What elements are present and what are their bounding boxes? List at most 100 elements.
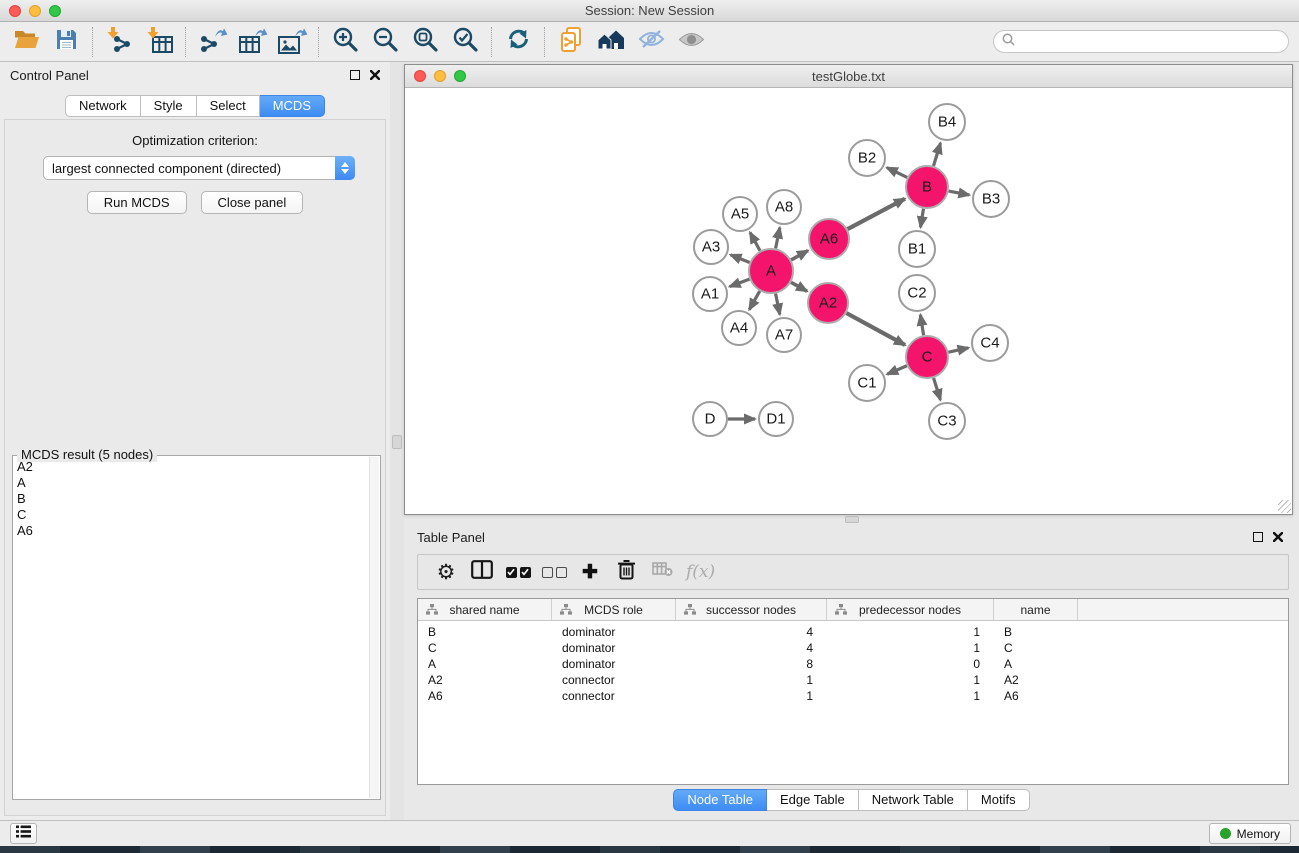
run-mcds-button[interactable]: Run MCDS: [87, 191, 187, 214]
graph-node-C[interactable]: C: [906, 336, 948, 378]
tab-mcds[interactable]: MCDS: [260, 95, 325, 117]
table-row[interactable]: Adominator80A: [418, 656, 1288, 672]
graph-node-C3[interactable]: C3: [929, 403, 965, 439]
zoom-fit-button[interactable]: [405, 25, 445, 59]
column-header-shared-name[interactable]: shared name: [418, 599, 552, 620]
delete-row-button[interactable]: [608, 557, 644, 587]
mcds-result-item[interactable]: A2: [17, 459, 368, 475]
table-row[interactable]: Bdominator41B: [418, 624, 1288, 640]
splitter-grip[interactable]: [392, 435, 402, 449]
graph-edge-B-B4[interactable]: [933, 143, 940, 166]
table-row[interactable]: Cdominator41C: [418, 640, 1288, 656]
graph-edge-A6-B[interactable]: [848, 199, 905, 229]
graph-edge-C-C1[interactable]: [887, 366, 907, 375]
search-input[interactable]: [1020, 34, 1288, 49]
delete-table-button[interactable]: [644, 557, 680, 587]
graph-node-A[interactable]: A: [749, 249, 793, 293]
graph-node-A7[interactable]: A7: [767, 318, 801, 352]
tab-select[interactable]: Select: [197, 95, 260, 117]
cell-name[interactable]: B: [994, 625, 1078, 639]
close-panel-icon[interactable]: [1273, 532, 1283, 542]
hide-selected-button[interactable]: [631, 25, 671, 59]
vertical-splitter[interactable]: [390, 62, 404, 820]
save-session-button[interactable]: [46, 25, 86, 59]
tab-network[interactable]: Network: [65, 95, 141, 117]
float-panel-icon[interactable]: [1253, 532, 1263, 542]
home-button[interactable]: [591, 25, 631, 59]
column-header-name[interactable]: name: [994, 599, 1078, 620]
graph-edge-B-B1[interactable]: [921, 209, 924, 228]
tab-node-table[interactable]: Node Table: [673, 789, 767, 811]
tab-style[interactable]: Style: [141, 95, 197, 117]
graph-edge-A-A8[interactable]: [776, 228, 780, 249]
cell-predecessor_nodes[interactable]: 1: [827, 625, 994, 639]
mcds-result-item[interactable]: B: [17, 491, 368, 507]
refresh-view-button[interactable]: [498, 25, 538, 59]
search-field[interactable]: [993, 30, 1289, 53]
column-header-predecessor-nodes[interactable]: predecessor nodes: [827, 599, 994, 620]
cell-shared_name[interactable]: C: [418, 641, 552, 655]
export-image-button[interactable]: [272, 25, 312, 59]
table-row[interactable]: A6connector11A6: [418, 688, 1288, 704]
mcds-result-item[interactable]: C: [17, 507, 368, 523]
open-session-button[interactable]: [6, 25, 46, 59]
graph-edge-A-A7[interactable]: [776, 294, 780, 315]
graph-edge-B-B3[interactable]: [949, 191, 970, 195]
cell-successor_nodes[interactable]: 8: [676, 657, 827, 671]
cell-mcds_role[interactable]: dominator: [552, 641, 676, 655]
cell-mcds_role[interactable]: dominator: [552, 657, 676, 671]
graph-edge-C-C3[interactable]: [934, 378, 941, 400]
graph-node-C2[interactable]: C2: [899, 275, 935, 311]
graph-node-A2[interactable]: A2: [808, 283, 848, 323]
graph-edge-A-A2[interactable]: [791, 282, 807, 291]
graph-node-A4[interactable]: A4: [722, 311, 756, 345]
graph-edge-A-A3[interactable]: [730, 255, 749, 263]
cell-predecessor_nodes[interactable]: 1: [827, 673, 994, 687]
zoom-in-button[interactable]: [325, 25, 365, 59]
show-columns-button[interactable]: [464, 557, 500, 587]
cell-predecessor_nodes[interactable]: 1: [827, 641, 994, 655]
cell-name[interactable]: A6: [994, 689, 1078, 703]
graph-node-B2[interactable]: B2: [849, 140, 885, 176]
cell-name[interactable]: C: [994, 641, 1078, 655]
graph-edge-C-C4[interactable]: [948, 348, 968, 352]
cell-shared_name[interactable]: A6: [418, 689, 552, 703]
graph-node-A1[interactable]: A1: [693, 277, 727, 311]
table-row[interactable]: A2connector11A2: [418, 672, 1288, 688]
graph-edge-C-C2[interactable]: [920, 315, 923, 336]
mcds-result-item[interactable]: A: [17, 475, 368, 491]
cell-successor_nodes[interactable]: 1: [676, 689, 827, 703]
cell-shared_name[interactable]: A: [418, 657, 552, 671]
import-network-button[interactable]: [99, 25, 139, 59]
result-scrollbar[interactable]: [369, 457, 379, 798]
tab-network-table[interactable]: Network Table: [859, 789, 968, 811]
graph-node-C1[interactable]: C1: [849, 365, 885, 401]
horizontal-splitter[interactable]: [404, 515, 1299, 524]
cell-mcds_role[interactable]: dominator: [552, 625, 676, 639]
graph-node-A6[interactable]: A6: [809, 219, 849, 259]
cell-successor_nodes[interactable]: 4: [676, 625, 827, 639]
graph-edge-B-B2[interactable]: [887, 168, 907, 178]
clone-network-button[interactable]: [551, 25, 591, 59]
zoom-out-button[interactable]: [365, 25, 405, 59]
criterion-dropdown[interactable]: largest connected component (directed): [43, 156, 355, 180]
cell-shared_name[interactable]: A2: [418, 673, 552, 687]
tab-motifs[interactable]: Motifs: [968, 789, 1030, 811]
graph-edge-A2-C[interactable]: [846, 313, 905, 345]
deselect-all-button[interactable]: [536, 557, 572, 587]
function-builder-button[interactable]: f(x): [686, 562, 715, 582]
splitter-grip[interactable]: [845, 516, 859, 523]
network-graph[interactable]: B4B2BB3A5A8A6A3B1AA1C2A2A4A7C4CC1DD1C3: [405, 89, 1292, 514]
graph-node-B3[interactable]: B3: [973, 181, 1009, 217]
graph-edge-A-A6[interactable]: [791, 251, 808, 260]
graph-node-A3[interactable]: A3: [694, 230, 728, 264]
show-all-button[interactable]: [671, 25, 711, 59]
cell-predecessor_nodes[interactable]: 0: [827, 657, 994, 671]
graph-node-A8[interactable]: A8: [767, 190, 801, 224]
cell-shared_name[interactable]: B: [418, 625, 552, 639]
tab-edge-table[interactable]: Edge Table: [767, 789, 859, 811]
column-header-successor-nodes[interactable]: successor nodes: [676, 599, 827, 620]
mcds-result-item[interactable]: A6: [17, 523, 368, 539]
add-row-button[interactable]: ✚: [572, 557, 608, 587]
graph-node-B[interactable]: B: [906, 166, 948, 208]
